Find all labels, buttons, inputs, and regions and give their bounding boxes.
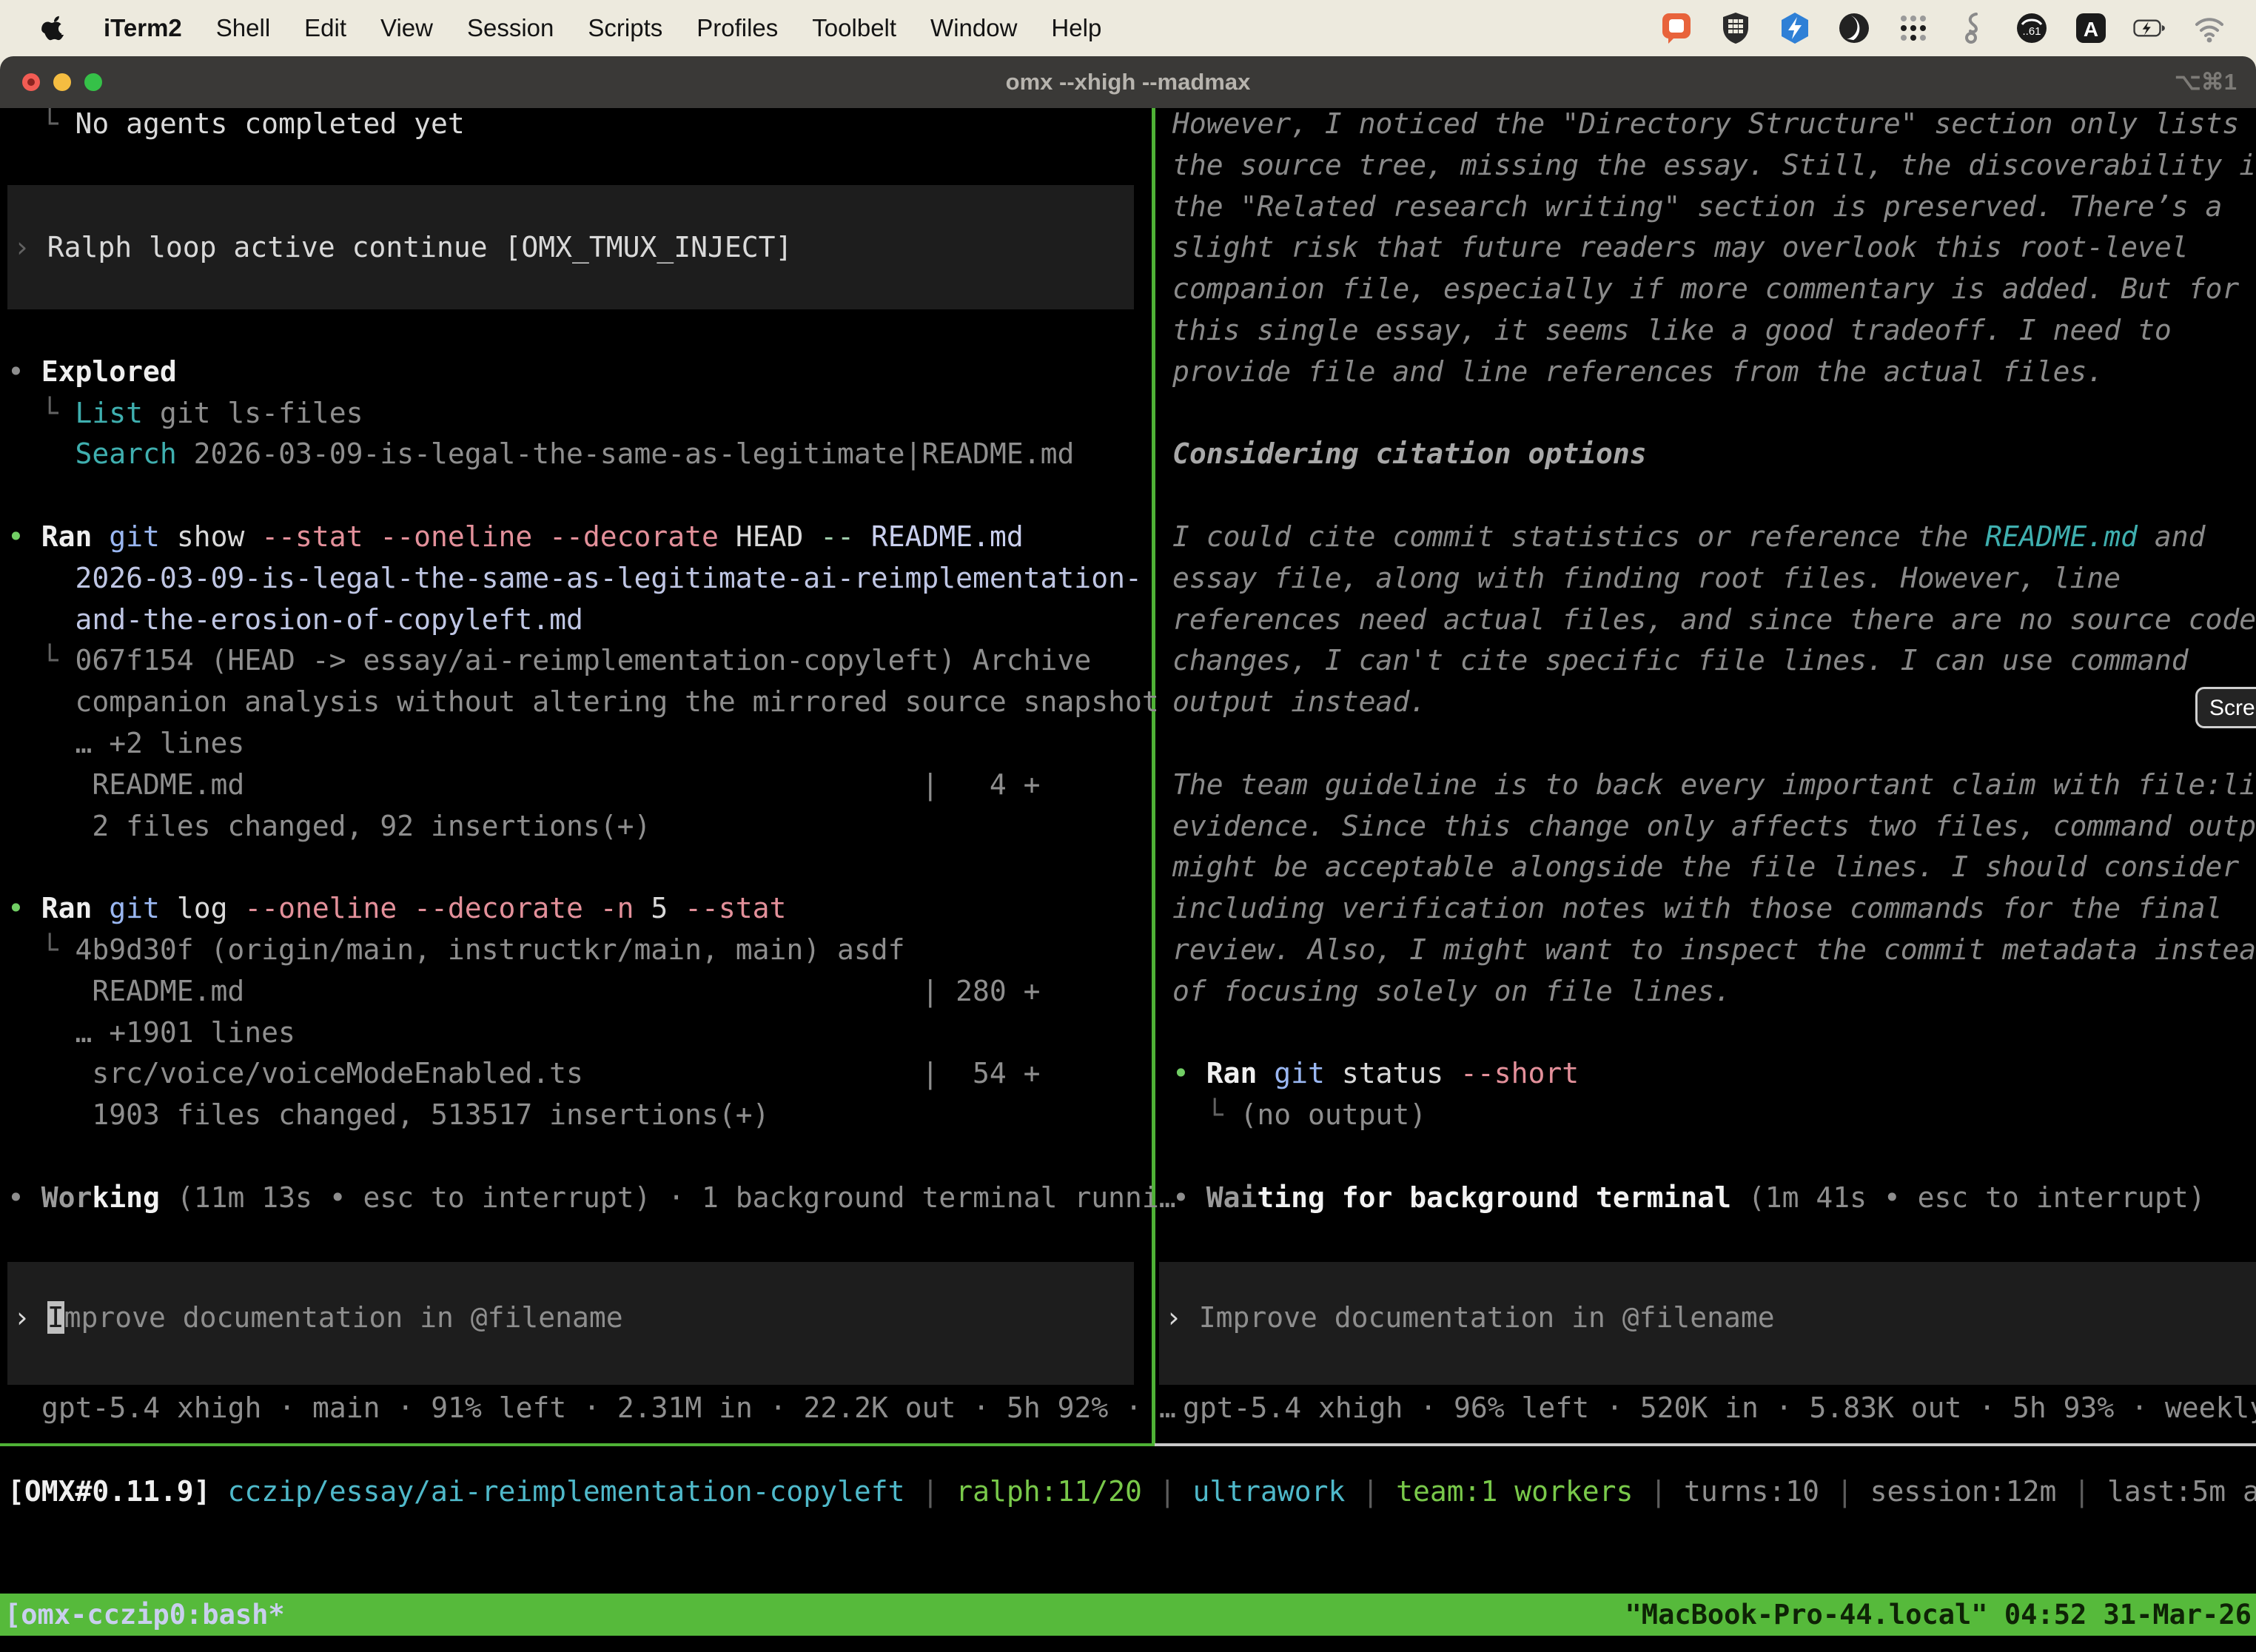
- right-input-line: › Improve documentation in @filename: [1165, 1297, 1775, 1338]
- battery-icon[interactable]: [2133, 11, 2167, 45]
- apple-menu-icon[interactable]: [41, 11, 71, 45]
- wifi-icon[interactable]: [2192, 11, 2226, 45]
- left-input-line: › Improve documentation in @filename: [13, 1297, 623, 1338]
- right-pane-line: Considering citation options: [1172, 433, 1647, 474]
- left-pane-line: └ List git ls-files: [7, 392, 363, 434]
- tmux-host-clock: "MacBook-Pro-44.local" 04:52 31-Mar-26: [1625, 1594, 2256, 1636]
- letter-a-icon[interactable]: A: [2074, 11, 2108, 45]
- left-pane-line: 2 files changed, 92 insertions(+): [7, 805, 651, 847]
- right-pane-line: companion file, especially if more comme…: [1172, 268, 2239, 309]
- omx-status-line: [OMX#0.11.9] cczip/essay/ai-reimplementa…: [7, 1471, 2256, 1512]
- left-pane-line: 1903 files changed, 513517 insertions(+): [7, 1094, 770, 1135]
- badge-61-icon[interactable]: ..61: [2015, 11, 2049, 45]
- right-pane-line: the "Related research writing" section i…: [1172, 186, 2222, 227]
- right-pane-line: essay file, along with finding root file…: [1172, 557, 2121, 599]
- menu-item-help[interactable]: Help: [1051, 14, 1101, 42]
- right-pane-line: However, I noticed the "Directory Struct…: [1172, 108, 2239, 144]
- screen: iTerm2 Shell Edit View Session Scripts Profile…: [0, 0, 2256, 1652]
- right-pane-line: the source tree, missing the essay. Stil…: [1172, 144, 2256, 186]
- window-titlebar[interactable]: omx --xhigh --madmax ⌥⌘1: [0, 56, 2256, 108]
- chat-app-icon[interactable]: [1659, 11, 1693, 45]
- right-pane-line: this single essay, it seems like a good …: [1172, 309, 2172, 351]
- dark-crescent-icon[interactable]: [1837, 11, 1871, 45]
- left-pane-line: └ 067f154 (HEAD -> essay/ai-reimplementa…: [7, 639, 1091, 681]
- active-pane-border: [0, 1443, 1155, 1446]
- right-pane-line: slight risk that future readers may over…: [1172, 226, 2189, 268]
- svg-text:A: A: [2084, 18, 2098, 41]
- menu-bar: iTerm2 Shell Edit View Session Scripts Profile…: [0, 0, 2256, 56]
- menu-item-shell[interactable]: Shell: [216, 14, 270, 42]
- left-pane-line: … +2 lines: [7, 722, 244, 764]
- menu-item-window[interactable]: Window: [930, 14, 1017, 42]
- menu-item-scripts[interactable]: Scripts: [588, 14, 662, 42]
- dots-grid-icon[interactable]: [1896, 11, 1930, 45]
- left-pane-line: and-the-erosion-of-copyleft.md: [7, 599, 583, 640]
- right-model-status-line: gpt-5.4 xhigh · 96% left · 520K in · 5.8…: [1183, 1387, 2256, 1428]
- menu-status-icons: ..61 A: [1659, 11, 2226, 45]
- left-pane-line: … +1901 lines: [7, 1012, 295, 1053]
- tmux-status-bar: [omx-cczip0:bash* "MacBook-Pro-44.local"…: [0, 1594, 2256, 1636]
- window-title: omx --xhigh --madmax: [0, 56, 2256, 108]
- right-pane-line: The team guideline is to back every impo…: [1172, 764, 2256, 805]
- svg-text:..61: ..61: [2022, 25, 2041, 38]
- ralph-inject-line: › Ralph loop active continue [OMX_TMUX_I…: [13, 226, 792, 268]
- window-shortcut-badge: ⌥⌘1: [2175, 56, 2237, 108]
- right-pane-line: of focusing solely on file lines.: [1172, 970, 1731, 1012]
- pane-divider[interactable]: [1152, 108, 1155, 1445]
- left-pane-line: • Ran git show --stat --oneline --decora…: [7, 516, 1024, 557]
- menu-item-profiles[interactable]: Profiles: [696, 14, 778, 42]
- terminal-content: └ No agents completed yet • Explored └ Li…: [0, 108, 2256, 1652]
- left-pane-line: • Ran git log --oneline --decorate -n 5 …: [7, 887, 786, 929]
- left-pane-line: src/voice/voiceModeEnabled.ts | 54 +: [7, 1052, 1041, 1094]
- left-pane-line: companion analysis without altering the …: [7, 681, 1159, 722]
- menu-item-view[interactable]: View: [380, 14, 433, 42]
- shield-grid-icon[interactable]: [1719, 11, 1753, 45]
- right-pane-line: review. Also, I might want to inspect th…: [1172, 929, 2256, 970]
- right-pane-line: references need actual files, and since …: [1172, 599, 2256, 640]
- menu-items: iTerm2 Shell Edit View Session Scripts Profile…: [104, 14, 1101, 42]
- menu-item-session[interactable]: Session: [467, 14, 554, 42]
- menu-item-iterm2[interactable]: iTerm2: [104, 14, 182, 42]
- left-pane-line: └ 4b9d30f (origin/main, instructkr/main,…: [7, 929, 905, 970]
- left-pane-line: README.md | 280 +: [7, 970, 1041, 1012]
- right-pane-line: └ (no output): [1172, 1094, 1426, 1135]
- left-pane-line: README.md | 4 +: [7, 764, 1041, 805]
- left-pane-line: └ No agents completed yet: [7, 108, 465, 144]
- right-pane-line: output instead.: [1172, 681, 1426, 722]
- left-pane-line: Search 2026-03-09-is-legal-the-same-as-l…: [7, 433, 1074, 474]
- left-pane-line: • Working (11m 13s • esc to interrupt) ·…: [7, 1177, 1176, 1218]
- right-pane-line: • Waiting for background terminal (1m 41…: [1172, 1177, 2206, 1218]
- hexagon-bolt-icon[interactable]: [1778, 11, 1812, 45]
- right-pane-line: • Ran git status --short: [1172, 1052, 1579, 1094]
- screen-share-tooltip: Scre: [2195, 687, 2256, 728]
- menu-item-edit[interactable]: Edit: [304, 14, 346, 42]
- left-pane-line: • Explored: [7, 351, 177, 392]
- right-pane-line: provide file and line references from th…: [1172, 351, 2104, 392]
- right-pane-line: evidence. Since this change only affects…: [1172, 805, 2256, 847]
- right-pane-line: changes, I can't cite specific file line…: [1172, 639, 2189, 681]
- left-pane-line: 2026-03-09-is-legal-the-same-as-legitima…: [7, 557, 1142, 599]
- left-model-status-line: gpt-5.4 xhigh · main · 91% left · 2.31M …: [41, 1387, 1176, 1428]
- menu-item-toolbelt[interactable]: Toolbelt: [812, 14, 896, 42]
- tmux-session-label[interactable]: [omx-cczip0:bash*: [0, 1594, 285, 1636]
- right-pane-line: I could cite commit statistics or refere…: [1172, 516, 2206, 557]
- inactive-pane-border: [1155, 1443, 2256, 1446]
- right-pane-line: might be acceptable alongside the file l…: [1172, 846, 2239, 887]
- right-pane-line: including verification notes with those …: [1172, 887, 2222, 929]
- hook-icon[interactable]: [1955, 11, 1990, 45]
